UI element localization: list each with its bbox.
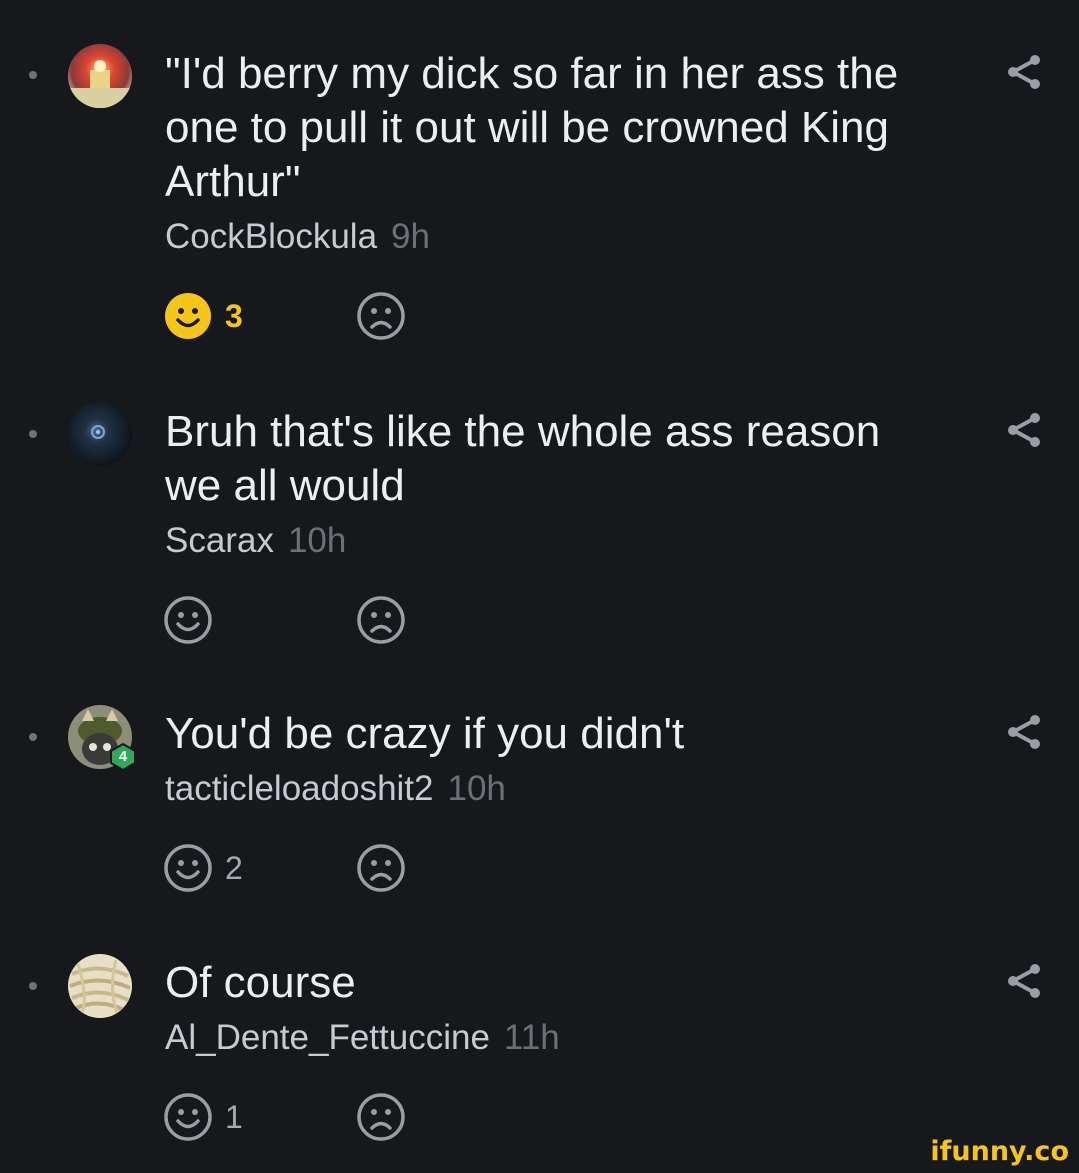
level-number: 4 <box>118 748 128 765</box>
comment-text: Of course <box>165 958 356 1007</box>
comment-text: You'd be crazy if you didn't <box>165 709 685 758</box>
comment-text: Bruh that's like the whole ass reason we… <box>165 407 881 510</box>
bullet-dot <box>29 71 37 79</box>
like-button[interactable] <box>163 595 213 645</box>
like-button[interactable]: 3 <box>163 291 243 341</box>
username[interactable]: Scarax <box>165 521 274 560</box>
avatar[interactable]: 4 <box>68 705 136 771</box>
dislike-button[interactable] <box>356 595 406 645</box>
timestamp: 9h <box>391 217 430 256</box>
username[interactable]: Al_Dente_Fettuccine <box>165 1018 490 1057</box>
smile-icon <box>164 596 212 644</box>
frown-icon <box>357 292 405 340</box>
level-badge: 4 <box>109 743 137 771</box>
like-count: 2 <box>225 850 243 886</box>
smile-icon <box>164 1093 212 1141</box>
frown-icon <box>357 1093 405 1141</box>
like-count: 1 <box>225 1099 243 1135</box>
timestamp: 10h <box>447 769 506 808</box>
frown-icon <box>357 596 405 644</box>
share-icon[interactable] <box>1005 713 1043 751</box>
dislike-button[interactable] <box>356 843 406 893</box>
bullet-dot <box>29 733 37 741</box>
share-icon[interactable] <box>1005 411 1043 449</box>
timestamp: 10h <box>287 521 347 560</box>
avatar[interactable] <box>68 402 132 466</box>
avatar[interactable] <box>68 954 132 1018</box>
timestamp: 11h <box>503 1018 560 1057</box>
comment-text: "I'd berry my dick so far in her ass the… <box>165 49 899 206</box>
bullet-dot <box>29 430 37 438</box>
username[interactable]: CockBlockula <box>165 217 377 256</box>
watermark: ifunny.co <box>930 1136 1069 1167</box>
username[interactable]: tacticleloadoshit2 <box>165 769 434 808</box>
frown-icon <box>357 844 405 892</box>
share-icon[interactable] <box>1005 53 1043 91</box>
dislike-button[interactable] <box>356 1092 406 1142</box>
like-button[interactable]: 1 <box>163 1092 243 1142</box>
like-count: 3 <box>225 298 243 334</box>
avatar[interactable] <box>68 44 132 108</box>
bullet-dot <box>29 982 37 990</box>
smile-icon <box>164 844 212 892</box>
smile-icon <box>165 293 211 339</box>
dislike-button[interactable] <box>356 291 406 341</box>
share-icon[interactable] <box>1005 962 1043 1000</box>
like-button[interactable]: 2 <box>163 843 243 893</box>
